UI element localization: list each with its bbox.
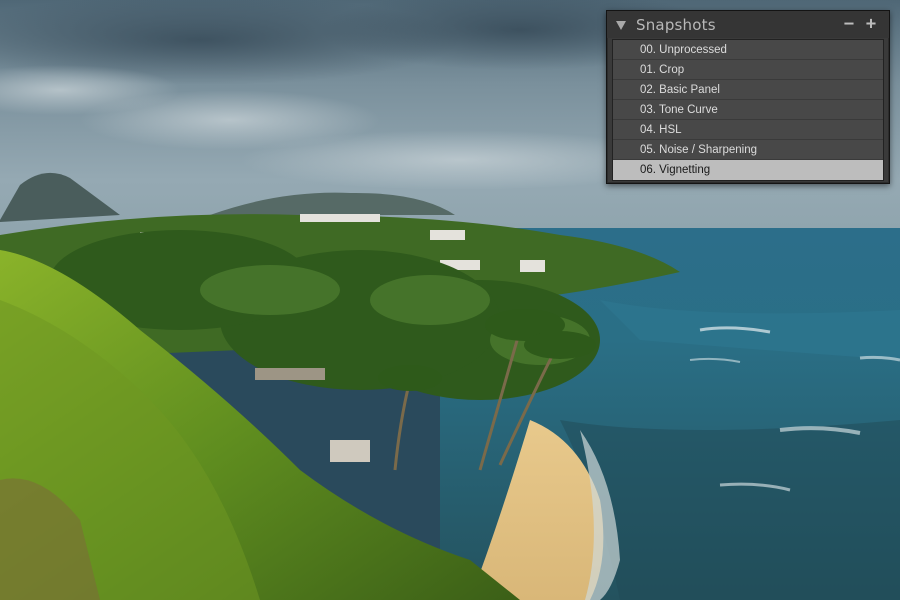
snapshot-item[interactable]: 00. Unprocessed — [613, 40, 883, 60]
remove-snapshot-button[interactable]: − — [841, 15, 857, 33]
add-snapshot-button[interactable]: + — [863, 15, 879, 33]
snapshot-item[interactable]: 03. Tone Curve — [613, 100, 883, 120]
snapshot-item[interactable]: 04. HSL — [613, 120, 883, 140]
triangle-down-icon[interactable] — [616, 20, 626, 30]
snapshots-panel: Snapshots − + 00. Unprocessed 01. Crop 0… — [606, 10, 890, 184]
snapshot-item[interactable]: 06. Vignetting — [613, 160, 883, 180]
snapshot-item[interactable]: 05. Noise / Sharpening — [613, 140, 883, 160]
panel-header[interactable]: Snapshots − + — [607, 11, 889, 38]
snapshot-list: 00. Unprocessed 01. Crop 02. Basic Panel… — [612, 39, 884, 181]
snapshot-item[interactable]: 01. Crop — [613, 60, 883, 80]
panel-title: Snapshots — [636, 15, 716, 34]
snapshot-item[interactable]: 02. Basic Panel — [613, 80, 883, 100]
